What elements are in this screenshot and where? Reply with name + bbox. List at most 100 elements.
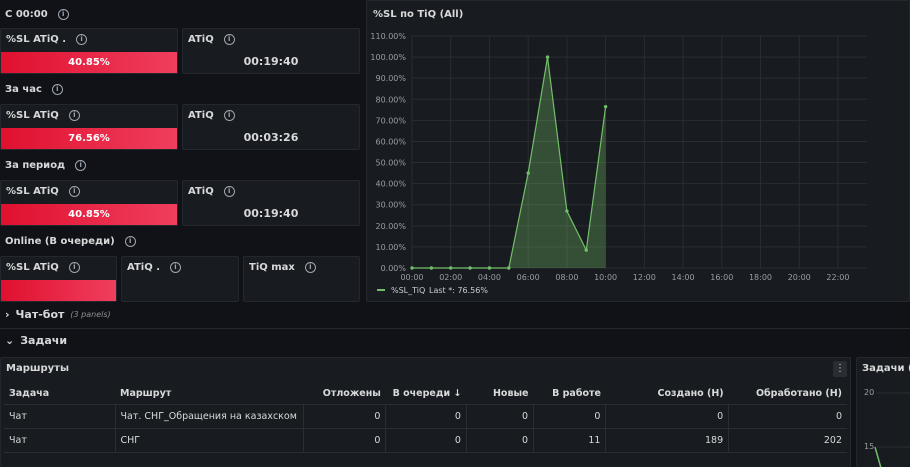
row-title-per-hour: За час i [5,84,63,95]
table-cell: 0 [303,404,387,429]
column-header[interactable]: Маршрут [115,383,304,405]
column-header[interactable]: Задача [4,383,116,405]
data-point [565,209,569,213]
table-title: Маршруты [6,363,69,374]
data-point [526,171,530,175]
y-tick-label: 90.00% [375,74,406,83]
x-tick-label: 16:00 [710,273,733,282]
x-tick-label: 08:00 [555,273,578,282]
row-title-online: Online (В очереди) i [5,236,136,247]
legend-label: %SL_TiQ [391,286,425,295]
column-header[interactable]: Новые [466,383,534,405]
table-cell: 0 [466,404,535,429]
stat-panel-atiq-since-midnight: ATiQ i 00:19:40 [182,28,360,74]
table-cell: 0 [605,404,730,429]
legend-stat: Last *: 76.56% [429,286,488,295]
atiq-value: 00:19:40 [243,55,299,68]
table-cell: Чат. СНГ_Обращения на казахском [115,404,304,429]
x-tick-label: 00:00 [400,273,423,282]
info-icon[interactable]: i [223,34,235,45]
x-tick-label: 02:00 [439,273,462,282]
column-header[interactable]: Отложены [303,383,386,405]
stat-panel-tiq-max: TiQ max i [243,256,360,302]
y-tick-label: 100.00% [370,53,406,62]
y-tick-label: 0.00% [381,264,407,273]
info-icon[interactable]: i [57,9,69,20]
stat-panel-sl-online: %SL ATiQ i [0,256,117,302]
y-tick-label: 110.00% [370,32,406,41]
data-point [603,104,608,109]
sl-bar: 40.85% [1,204,177,225]
table-cell: 202 [728,428,847,453]
table-cell: Чат [4,404,116,429]
stat-panel-sl-per-period: %SL ATiQ i 40.85% [0,180,178,226]
chart-panel-sl-tiq: %SL по TiQ (All) 0.00% 10.00% 20.00% 30.00%… [366,0,910,302]
table-cell: Чат [4,428,116,453]
panel-title: %SL ATiQ [6,262,59,273]
stat-panel-sl-since-midnight: %SL ATiQ . i 40.85% [0,28,178,74]
table-cell: 11 [533,428,607,453]
column-header[interactable]: Создано (Н) [605,383,729,405]
stat-panel-atiq-per-period: ATiQ i 00:19:40 [182,180,360,226]
info-icon[interactable]: i [170,262,181,273]
table-cell: 0 [385,428,467,453]
x-tick-label: 20:00 [788,273,811,282]
atiq-value: 00:03:26 [243,131,299,144]
info-icon[interactable]: i [223,186,235,197]
info-icon[interactable]: i [68,186,80,197]
divider [0,328,910,329]
panel-menu-icon[interactable]: ⋮ [833,361,847,377]
section-tasks[interactable]: ⌄ Задачи [5,334,67,347]
panel-title: %SL ATiQ . [6,34,67,45]
table-cell: 0 [385,404,467,429]
x-tick-label: 10:00 [594,273,617,282]
section-chatbot[interactable]: › Чат-бот (3 panels) [5,308,111,321]
y-tick-label: 70.00% [375,116,406,125]
column-header[interactable]: В очереди ↓ [385,383,467,405]
y-tick-label: 20.00% [375,222,406,231]
sl-tiq-chart[interactable]: 0.00% 10.00% 20.00% 30.00% 40.00% 50.00% 60.00… [367,1,909,301]
info-icon[interactable]: i [76,34,88,45]
table-cell: 0 [533,404,607,429]
table-cell: СНГ [115,428,304,453]
data-point [507,266,511,270]
x-tick-label: 12:00 [633,273,656,282]
row-title-since-midnight: С 00:00 i [5,9,69,20]
info-icon[interactable]: i [124,236,136,247]
table-row[interactable]: Чат СНГ 0 0 0 11 189 202 [4,428,847,453]
data-point [410,266,414,270]
x-tick-label: 04:00 [478,273,501,282]
y-tick-label: 30.00% [375,201,406,210]
tasks-chart-panel: Задачи (All) 20 15 [856,357,910,467]
table-cell: 0 [728,404,847,429]
data-point [449,266,453,270]
info-icon[interactable]: i [75,160,87,171]
info-icon[interactable]: i [223,110,235,121]
data-point [584,248,588,252]
panel-title: ATiQ . [127,262,160,273]
y-tick-label: 50.00% [375,159,406,168]
y-tick-label: 60.00% [375,137,406,146]
stat-panel-sl-per-hour: %SL ATiQ i 76.56% [0,104,178,150]
table-row[interactable]: Чат Чат. СНГ_Обращения на казахском 0 0 0 0 0 0 [4,404,847,429]
info-icon[interactable]: i [51,84,63,95]
x-tick-label: 22:00 [826,273,849,282]
routes-table-panel: Маршруты ⋮ Задача Маршрут Отложены В очеред… [0,357,851,467]
x-tick-label: 18:00 [749,273,772,282]
data-point [468,266,472,270]
data-point [487,266,492,270]
y-tick-label: 40.00% [375,180,406,189]
info-icon[interactable]: i [68,262,80,273]
panel-title: %SL ATiQ [6,110,59,121]
info-icon[interactable]: i [304,262,316,273]
column-header[interactable]: Обработано (Н) [728,383,847,405]
info-icon[interactable]: i [68,110,80,121]
data-point [545,55,550,59]
row-title-per-period: За период i [5,160,87,171]
tasks-chart-line [874,392,910,467]
column-header[interactable]: В работе [533,383,606,405]
panel-title: ATiQ [188,186,214,197]
table-cell: 0 [466,428,535,453]
y-tick-label: 10.00% [375,243,406,252]
table-cell: 0 [303,428,387,453]
